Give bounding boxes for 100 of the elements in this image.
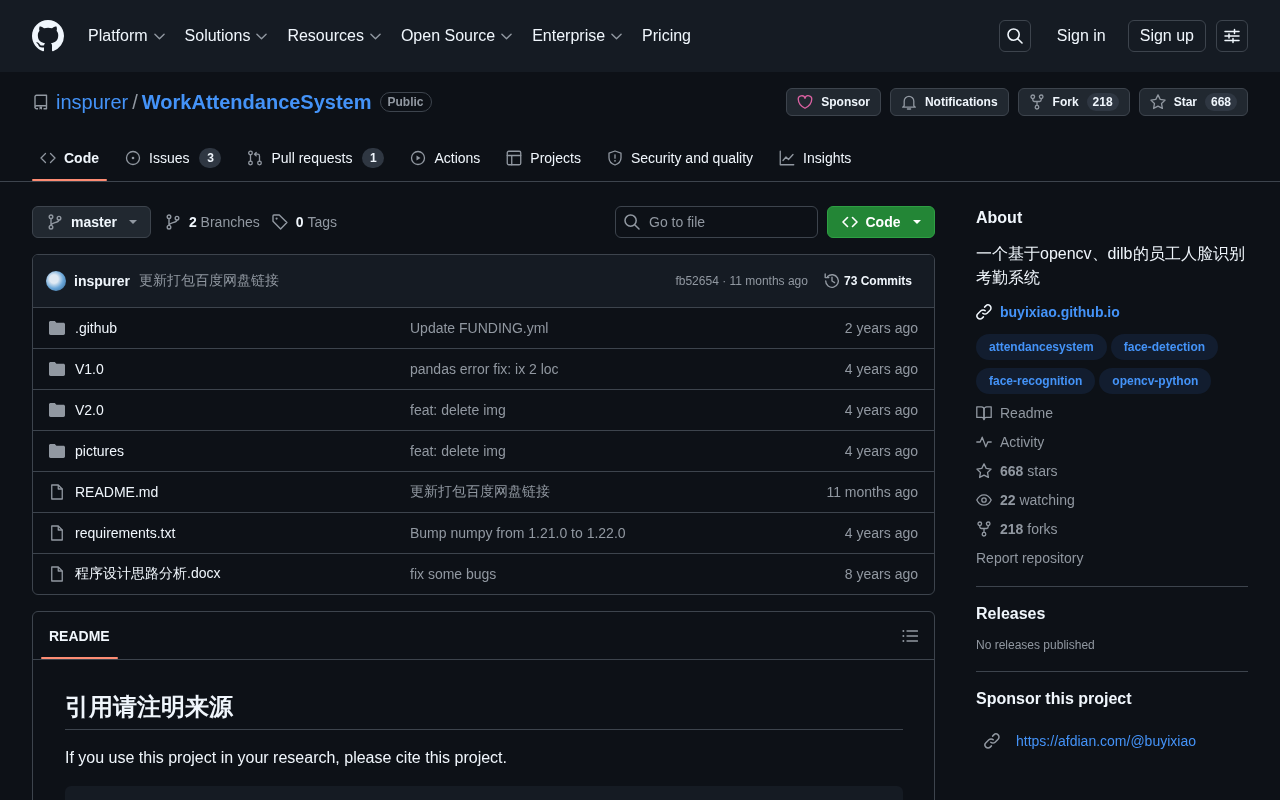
code-icon: [841, 214, 858, 230]
tab[interactable]: Security and quality: [598, 134, 762, 181]
readme-link[interactable]: Readme: [976, 402, 1248, 423]
list-icon[interactable]: [902, 627, 918, 644]
readme-paragraph: If you use this project in your research, please cite this project.: [65, 748, 508, 768]
commit-message-link[interactable]: pandas error fix: ix 2 loc: [410, 361, 559, 377]
tab[interactable]: Pull requests 1: [239, 134, 393, 181]
about-heading: About: [976, 208, 1024, 228]
avatar-icon[interactable]: [46, 271, 66, 291]
commit-message-link[interactable]: Bump numpy from 1.21.0 to 1.22.0: [410, 525, 626, 541]
file-icon: [49, 566, 65, 582]
topic-link[interactable]: attendancesystem: [976, 334, 1107, 360]
activity-link[interactable]: Activity: [976, 431, 1248, 452]
repository-name-link[interactable]: WorkAttendanceSystem: [141, 90, 372, 114]
folder-icon: [49, 361, 65, 377]
releases-heading[interactable]: Releases: [976, 603, 1248, 625]
notifications-button[interactable]: Notifications: [889, 88, 1009, 116]
play-icon: [410, 149, 427, 166]
nav-menu-button[interactable]: Resources: [279, 19, 389, 53]
commit-time-text: 4 years ago: [844, 525, 918, 541]
website-link[interactable]: buyixiao.github.io: [1000, 304, 1120, 320]
stars-link[interactable]: 668 stars: [976, 460, 1248, 481]
tag-icon: [271, 214, 288, 230]
tags-link[interactable]: 0 Tags: [271, 214, 338, 230]
chevron-down-icon: [256, 32, 268, 40]
file-name-link[interactable]: V1.0: [75, 361, 104, 377]
file-name-link[interactable]: 程序设计思路分析.docx: [75, 565, 221, 583]
tab[interactable]: Actions: [402, 134, 489, 181]
search-button[interactable]: [998, 20, 1031, 52]
commit-meta-text: fb52654 · 11 months ago: [675, 274, 808, 288]
fork-icon: [976, 520, 992, 537]
star-button[interactable]: Star 668: [1138, 88, 1248, 116]
nav-menu-button[interactable]: Open Source: [392, 19, 521, 53]
file-name-link[interactable]: README.md: [75, 484, 159, 500]
code-button[interactable]: Code: [827, 206, 935, 238]
path-separator: /: [132, 90, 138, 114]
commit-message-link[interactable]: 更新打包百度网盘链接: [410, 483, 550, 501]
commit-time-text: 4 years ago: [844, 443, 918, 459]
sliders-icon: [1224, 28, 1240, 44]
commit-message-link[interactable]: fix some bugs: [410, 566, 497, 582]
sponsor-link[interactable]: https://afdian.com/@buyixiao: [1016, 733, 1196, 749]
search-icon: [624, 214, 640, 230]
watching-link[interactable]: 22 watching: [976, 489, 1248, 510]
commit-message-link[interactable]: feat: delete img: [410, 402, 506, 418]
commit-message-link[interactable]: 更新打包百度网盘链接: [139, 272, 279, 290]
tab[interactable]: Insights: [771, 134, 860, 181]
commit-time-text: 2 years ago: [844, 320, 918, 336]
counter: 218: [1086, 93, 1119, 111]
branch-icon: [47, 214, 63, 230]
tab[interactable]: Code: [32, 134, 107, 181]
sign-up-button[interactable]: Sign up: [1127, 20, 1206, 52]
folder-icon: [49, 443, 65, 459]
file-name-link[interactable]: requirements.txt: [75, 525, 176, 541]
forks-link[interactable]: 218 forks: [976, 518, 1248, 539]
circle-dot-icon: [125, 149, 141, 166]
tab[interactable]: Issues 3: [117, 134, 230, 181]
branch-select-button[interactable]: master: [32, 206, 151, 238]
menu-button[interactable]: [1216, 20, 1248, 52]
chevron-down-icon: [611, 32, 623, 40]
commit-time-text: 11 months ago: [826, 484, 918, 500]
link-icon: [984, 733, 1000, 749]
sponsor-button[interactable]: Sponsor: [786, 88, 881, 116]
link-icon: [976, 304, 992, 320]
fork-button[interactable]: Fork 218: [1017, 88, 1130, 116]
branch-icon: [164, 214, 181, 230]
cat-logo-icon[interactable]: [32, 20, 64, 52]
commit-author-link[interactable]: inspurer: [74, 273, 130, 289]
nav-menu-button[interactable]: Solutions: [176, 19, 276, 53]
tab[interactable]: Projects: [498, 134, 589, 181]
topic-link[interactable]: face-recognition: [976, 368, 1096, 394]
report-repository-link[interactable]: Report repository: [976, 547, 1248, 568]
shield-icon: [606, 149, 623, 166]
nav-menu-button[interactable]: Enterprise: [524, 19, 631, 53]
commit-message-link[interactable]: Update FUNDING.yml: [410, 320, 549, 336]
nav-menu-button[interactable]: Pricing: [634, 19, 699, 53]
star-icon: [976, 462, 992, 479]
branches-link[interactable]: 2 Branches: [164, 214, 260, 230]
go-to-file-field[interactable]: Go to file: [615, 206, 818, 238]
commit-message-link[interactable]: feat: delete img: [410, 443, 506, 459]
commits-link[interactable]: 73 Commits: [823, 273, 912, 289]
chevron-down-icon: [153, 32, 165, 40]
eye-icon: [976, 491, 992, 508]
bell-icon: [900, 94, 917, 110]
file-name-link[interactable]: pictures: [75, 443, 125, 459]
topic-link[interactable]: opencv-python: [1099, 368, 1212, 394]
history-icon: [823, 273, 840, 289]
book-icon: [976, 404, 992, 421]
repository-description: 一个基于opencv、dilb的员工人脸识别考勤系统: [976, 244, 1246, 288]
topic-link[interactable]: face-detection: [1110, 334, 1219, 360]
pull-request-icon: [247, 149, 264, 166]
file-name-link[interactable]: V2.0: [75, 402, 104, 418]
repository-icon: [33, 94, 49, 110]
file-name-link[interactable]: .github: [75, 320, 118, 336]
readme-tab[interactable]: README: [41, 612, 118, 659]
counter: 1: [362, 147, 385, 168]
heart-icon: [797, 94, 814, 110]
owner-link[interactable]: inspurer: [56, 90, 129, 114]
sign-in-link[interactable]: Sign in: [1048, 21, 1114, 51]
nav-menu-button[interactable]: Platform: [80, 19, 173, 53]
no-releases-text: No releases published: [976, 637, 1096, 654]
